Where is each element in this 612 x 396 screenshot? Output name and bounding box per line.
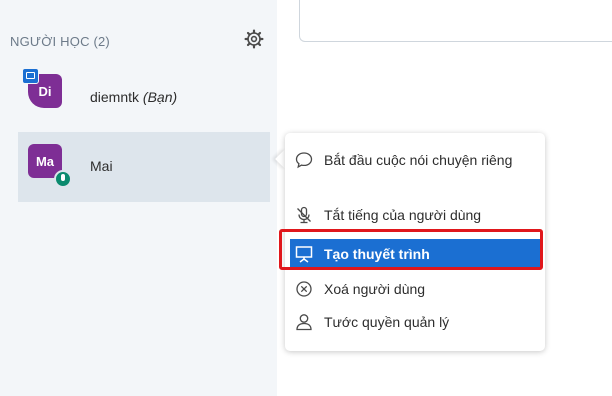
gear-icon[interactable] xyxy=(244,29,264,49)
menu-item-label: Tước quyền quản lý xyxy=(324,314,450,330)
user-icon xyxy=(296,314,312,331)
menu-item-remove-user[interactable]: Xoá người dùng xyxy=(290,279,540,299)
users-sidebar: NGƯỜI HỌC (2) Di diemntk (Bạn) Ma Mai xyxy=(0,0,277,396)
menu-item-label: Tắt tiếng của người dùng xyxy=(324,207,482,223)
user-name: diemntk (Bạn) xyxy=(90,89,177,105)
mic-off-icon xyxy=(297,206,311,224)
menu-item-demote-user[interactable]: Tước quyền quản lý xyxy=(290,312,540,332)
user-name: Mai xyxy=(90,158,113,174)
user-list-item-selected[interactable]: Ma Mai xyxy=(18,132,270,202)
user-name-text: diemntk xyxy=(90,89,140,105)
chat-bubble-icon xyxy=(295,152,313,169)
presenter-icon xyxy=(22,68,39,84)
remove-circle-icon xyxy=(296,281,312,297)
user-list-item[interactable]: Di diemntk (Bạn) xyxy=(18,62,270,132)
menu-item-label: Bắt đầu cuộc nói chuyện riêng xyxy=(324,152,513,168)
chat-panel-edge xyxy=(299,0,612,42)
menu-item-mute-user[interactable]: Tắt tiếng của người dùng xyxy=(290,205,540,225)
microphone-icon xyxy=(54,170,72,188)
users-list-header: NGƯỜI HỌC (2) xyxy=(10,34,110,49)
you-label: (Bạn) xyxy=(142,89,178,105)
menu-item-label: Xoá người dùng xyxy=(324,281,426,297)
menu-item-start-private-chat[interactable]: Bắt đầu cuộc nói chuyện riêng xyxy=(290,150,540,170)
annotation-highlight-box xyxy=(279,229,543,270)
